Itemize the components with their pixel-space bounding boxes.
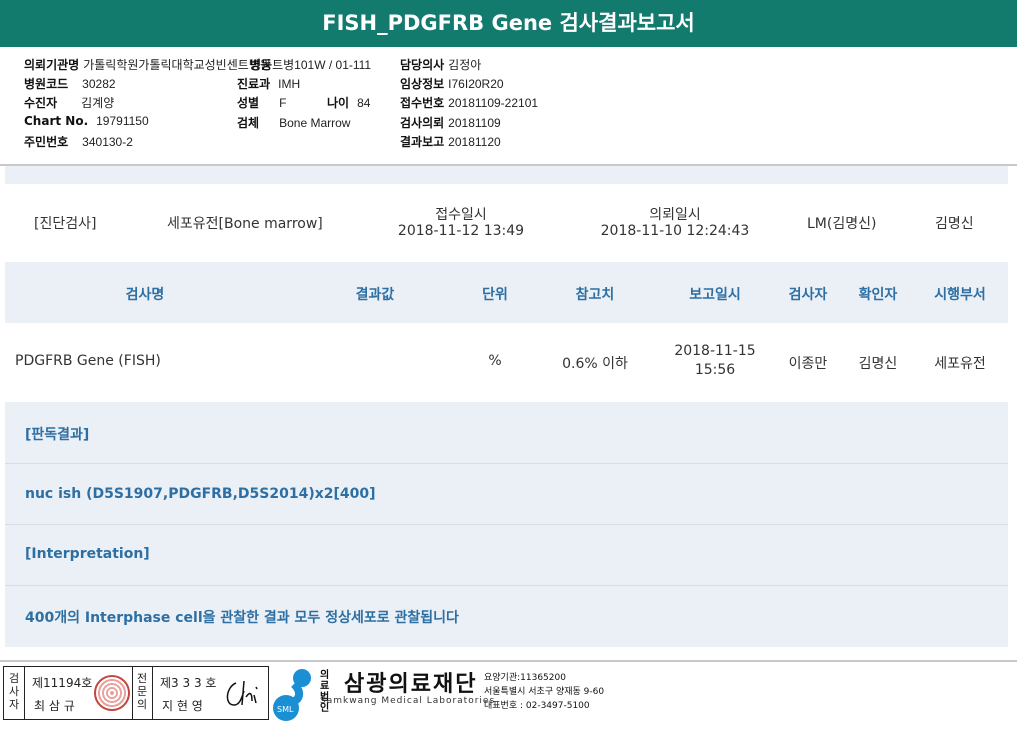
specimen-type: 세포유전[Bone marrow] xyxy=(167,216,323,232)
col-department: 시행부서 xyxy=(934,287,986,303)
org-address: 서울특별시 서초구 양재동 9-60 xyxy=(484,687,605,697)
report-title: FISH_PDGFRB Gene 검사결과보고서 xyxy=(0,0,1017,47)
col-confirmer: 확인자 xyxy=(858,287,898,303)
col-result: 결과값 xyxy=(355,287,395,303)
col-unit: 단위 xyxy=(482,287,508,303)
interpretation-text: 400개의 Interphase cell을 관찰한 결과 모두 정상세포로 관… xyxy=(25,610,459,626)
institution-field: 의뢰기관명 가톨릭학원가톨릭대학교성빈센트병원 xyxy=(24,58,271,72)
report-date-cell: 2018-11-15 xyxy=(674,343,756,359)
specialist-label: 전문의 xyxy=(136,672,148,711)
org-english: Samkwang Medical Laboratories xyxy=(320,696,496,706)
hospital-code-field: 병원코드 30282 xyxy=(24,77,116,91)
signature-icon xyxy=(226,680,258,706)
table-header: 검사명 결과값 단위 참고치 보고일시 검사자 확인자 시행부서 xyxy=(5,262,1008,323)
reading-result-heading: [판독결과] xyxy=(25,427,90,443)
reference-cell: 0.6% 이하 xyxy=(562,356,628,372)
doctor-name: 김명신 xyxy=(935,216,974,232)
col-report-time: 보고일시 xyxy=(689,287,741,303)
department-field: 진료과 IMH xyxy=(237,77,301,91)
specialist-name: 지 현 영 xyxy=(162,699,203,713)
sex-field: 성별 F xyxy=(237,96,287,110)
org-name: 삼광의료재단 xyxy=(344,672,478,697)
col-test-name: 검사명 xyxy=(125,287,165,303)
spacer-band xyxy=(5,166,1008,184)
request-date-field: 검사의뢰 20181109 xyxy=(400,116,501,130)
tester-cell: 이종만 xyxy=(788,356,828,372)
specialist-license: 제3 3 3 호 xyxy=(160,676,217,690)
chart-no-field: Chart No. 19791150 xyxy=(24,114,149,128)
unit-cell: % xyxy=(488,353,502,369)
confirmer-cell: 김명신 xyxy=(858,356,898,372)
requested-value: 2018-11-10 12:24:43 xyxy=(600,223,750,239)
test-category: [진단검사] xyxy=(34,216,97,232)
clinical-info-field: 임상정보 I76I20R20 xyxy=(400,77,504,91)
svg-text:SML: SML xyxy=(277,705,294,714)
received-value: 2018-11-12 13:49 xyxy=(397,223,525,239)
ward-field: 병동트병101W / 01-111 xyxy=(250,58,372,72)
interpretation-heading: [Interpretation] xyxy=(25,546,150,562)
report-date-field: 결과보고 20181120 xyxy=(400,135,501,149)
test-name-cell: PDGFRB Gene (FISH) xyxy=(15,353,161,369)
received-label: 접수일시 xyxy=(435,207,487,223)
test-info-row: [진단검사] 세포유전[Bone marrow] 접수일시 2018-11-12… xyxy=(5,184,1008,262)
signature-box: 검사자 제11194호 최 삼 규 전문의 제3 3 3 호 지 현 영 xyxy=(3,666,269,720)
org-phone: 대표번호 : 02-3497-5100 xyxy=(484,701,590,711)
resident-no-field: 주민번호 340130-2 xyxy=(24,135,133,149)
sml-logo-icon: SML xyxy=(273,669,311,721)
care-code: 요양기관:11365200 xyxy=(484,673,566,683)
col-reference: 참고치 xyxy=(575,287,615,303)
accession-no-field: 접수번호 20181109-22101 xyxy=(400,96,539,110)
specimen-field: 검체 Bone Marrow xyxy=(237,116,351,130)
divider xyxy=(5,463,1008,464)
patient-info-header: 의뢰기관명 가톨릭학원가톨릭대학교성빈센트병원 병원코드 30282 수진자 김계양 … xyxy=(0,47,1017,166)
report-footer: 검사자 제11194호 최 삼 규 전문의 제3 3 3 호 지 현 영 SML… xyxy=(0,660,1017,730)
requested-label: 의뢰일시 xyxy=(649,207,701,223)
lm-name: LM(김명신) xyxy=(807,216,877,232)
karyotype-result: nuc ish (D5S1907,PDGFRB,D5S2014)x2[400] xyxy=(25,486,376,502)
doctor-field: 담당의사 김정아 xyxy=(400,58,482,72)
age-field: 나이 84 xyxy=(327,96,371,110)
table-row: PDGFRB Gene (FISH) % 0.6% 이하 2018-11-15 … xyxy=(5,323,1008,402)
report-time-cell: 15:56 xyxy=(694,362,736,378)
patient-name-field: 수진자 김계양 xyxy=(24,96,115,110)
department-cell: 세포유전 xyxy=(934,356,986,372)
divider xyxy=(5,585,1008,586)
col-tester: 검사자 xyxy=(788,287,828,303)
divider xyxy=(5,524,1008,525)
org-prefix: 의료법인 xyxy=(320,670,331,714)
